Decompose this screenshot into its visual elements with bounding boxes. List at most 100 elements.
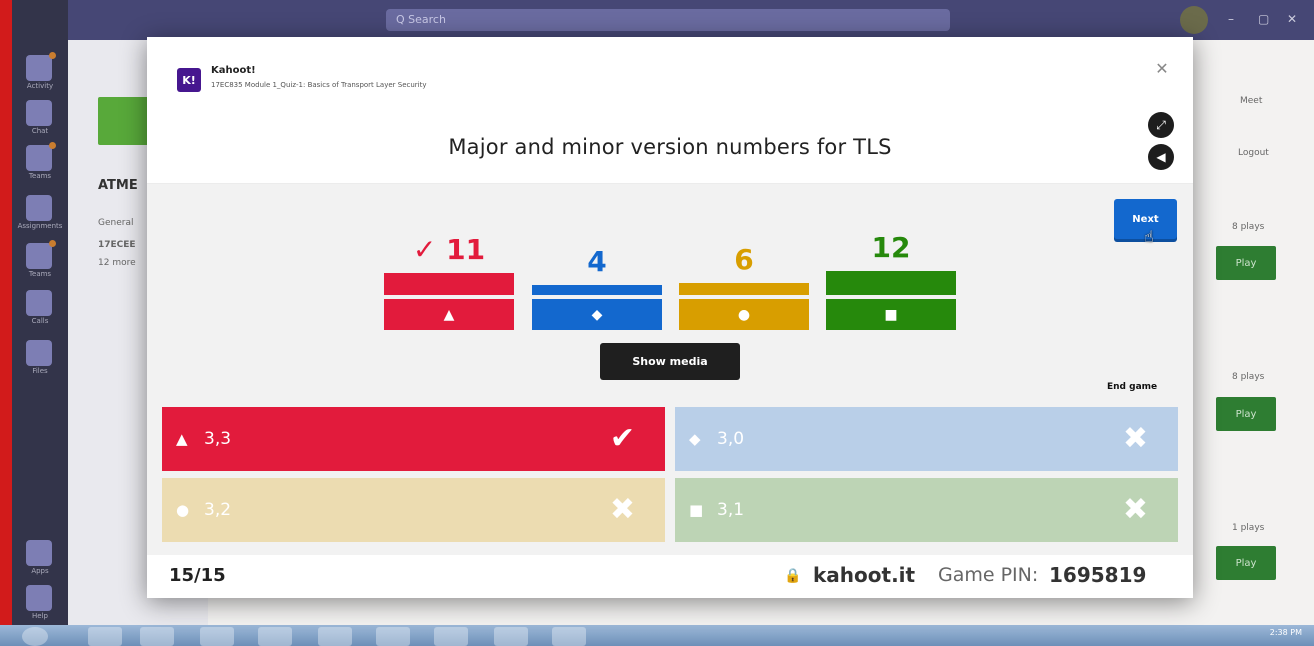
quiz-subtitle: 17EC835 Module 1_Quiz-1: Basics of Trans… bbox=[211, 81, 427, 89]
rail-label-apps: Apps bbox=[31, 567, 49, 575]
cross-icon: ✖ bbox=[1122, 421, 1148, 456]
kahoot-dialog: K! Kahoot! 17EC835 Module 1_Quiz-1: Basi… bbox=[147, 37, 1193, 598]
circle-icon: ● bbox=[176, 501, 190, 519]
check-icon: ✔ bbox=[609, 421, 635, 456]
result-bar-fill bbox=[826, 271, 956, 295]
square-icon: ■ bbox=[689, 501, 704, 519]
channel-general[interactable]: General bbox=[98, 218, 133, 228]
play-count: 8 plays bbox=[1232, 222, 1265, 232]
question-progress: 15/15 bbox=[169, 565, 226, 586]
rail-label-teams-active: Teams bbox=[28, 270, 52, 278]
channel-item[interactable]: 17ECEE bbox=[98, 240, 136, 250]
volume-icon[interactable]: ◀ bbox=[1148, 144, 1174, 170]
teams-search-input[interactable]: Q Search bbox=[386, 9, 950, 31]
answer-option: ◆ 3,0 ✖ bbox=[675, 407, 1178, 471]
square-icon: ■ bbox=[884, 306, 898, 323]
close-window-icon[interactable]: ✕ bbox=[1287, 12, 1297, 26]
answer-option: ▲ 3,3 ✔ bbox=[162, 407, 665, 471]
rail-label-calls: Calls bbox=[31, 317, 49, 325]
rail-label-files: Files bbox=[32, 367, 48, 375]
powerpoint-icon[interactable] bbox=[434, 627, 468, 646]
teams-icon[interactable] bbox=[26, 142, 56, 171]
play-button[interactable]: Play bbox=[1216, 546, 1276, 580]
avatar[interactable] bbox=[1180, 6, 1208, 34]
activity-icon[interactable] bbox=[26, 52, 56, 81]
close-icon[interactable]: ✕ bbox=[1152, 59, 1172, 79]
result-count: ✓ 11 bbox=[412, 233, 486, 266]
rail-label-activity: Activity bbox=[26, 82, 54, 90]
answer-option: ■ 3,1 ✖ bbox=[675, 478, 1178, 542]
team-title: ATME bbox=[98, 178, 138, 193]
meet-button[interactable]: Meet bbox=[1240, 96, 1262, 106]
media-icon[interactable] bbox=[200, 627, 234, 646]
chat-icon[interactable] bbox=[26, 100, 52, 126]
result-bar-fill bbox=[384, 273, 514, 295]
minimize-icon[interactable]: – bbox=[1228, 12, 1234, 26]
files-icon[interactable] bbox=[26, 340, 52, 366]
rail-label-teams: Teams bbox=[28, 172, 52, 180]
cross-icon: ✖ bbox=[1122, 492, 1148, 527]
site-name: kahoot.it bbox=[813, 563, 916, 587]
maximize-icon[interactable]: ▢ bbox=[1258, 12, 1269, 26]
rail-label-assignments: Assignments bbox=[17, 222, 63, 230]
result-bar-base: ◆ bbox=[532, 299, 662, 330]
answer-option: ● 3,2 ✖ bbox=[162, 478, 665, 542]
lock-icon: 🔒 bbox=[784, 568, 802, 584]
cross-icon: ✖ bbox=[609, 492, 635, 527]
kahoot-logo: K! bbox=[177, 68, 201, 92]
fullscreen-icon[interactable]: ⤢ bbox=[1148, 112, 1174, 138]
teams-active-icon[interactable] bbox=[26, 240, 56, 269]
taskbar-clock: 2:38 PM bbox=[1269, 628, 1302, 637]
kahoot-header: K! Kahoot! 17EC835 Module 1_Quiz-1: Basi… bbox=[147, 37, 1193, 184]
screen-recording-border bbox=[0, 0, 12, 646]
answer-text: 3,2 bbox=[204, 500, 232, 520]
rail-label-help: Help bbox=[32, 612, 48, 620]
circle-icon: ● bbox=[737, 306, 751, 323]
teams-taskbar-icon[interactable] bbox=[376, 627, 410, 646]
calls-icon[interactable] bbox=[26, 290, 52, 316]
channel-more[interactable]: 12 more bbox=[98, 258, 136, 268]
end-game-button[interactable]: End game bbox=[1107, 382, 1157, 392]
play-button[interactable]: Play bbox=[1216, 246, 1276, 280]
answer-text: 3,3 bbox=[204, 429, 232, 449]
paint-icon[interactable] bbox=[552, 627, 586, 646]
result-count: 6 bbox=[734, 243, 754, 276]
diamond-icon: ◆ bbox=[689, 430, 701, 448]
question-title: Major and minor version numbers for TLS bbox=[448, 135, 892, 159]
show-media-button[interactable]: Show media bbox=[600, 343, 740, 380]
kahoot-footer: 15/15 🔒 kahoot.it Game PIN: 1695819 bbox=[147, 555, 1193, 598]
assignments-icon[interactable] bbox=[26, 195, 52, 221]
answer-text: 3,1 bbox=[717, 500, 745, 520]
apps-icon[interactable] bbox=[26, 540, 52, 566]
result-bar-base: ■ bbox=[826, 299, 956, 330]
game-pin-label: Game PIN: bbox=[938, 564, 1039, 586]
result-bar-base: ● bbox=[679, 299, 809, 330]
hand-cursor-icon: ☝ bbox=[1144, 227, 1154, 246]
triangle-icon: ▲ bbox=[176, 430, 188, 448]
start-button-icon[interactable] bbox=[22, 627, 48, 646]
diamond-icon: ◆ bbox=[591, 306, 603, 323]
play-count: 8 plays bbox=[1232, 372, 1265, 382]
windows-taskbar: 2:38 PM bbox=[0, 625, 1314, 646]
result-count: 4 bbox=[587, 245, 607, 278]
result-bar-fill bbox=[679, 283, 809, 295]
chrome-icon[interactable] bbox=[318, 627, 352, 646]
result-bar-base: ▲ bbox=[384, 299, 514, 330]
acrobat-icon[interactable] bbox=[494, 627, 528, 646]
rail-label-chat: Chat bbox=[31, 127, 49, 135]
result-count: 12 bbox=[871, 231, 911, 264]
teams-app-rail: Activity Chat Teams Assignments Teams Ca… bbox=[12, 0, 68, 625]
answer-text: 3,0 bbox=[717, 429, 745, 449]
firefox-icon[interactable] bbox=[258, 627, 292, 646]
logout-link[interactable]: Logout bbox=[1238, 148, 1269, 158]
ie-icon[interactable] bbox=[88, 627, 122, 646]
result-bar-fill bbox=[532, 285, 662, 295]
team-avatar-tile bbox=[98, 97, 154, 145]
explorer-icon[interactable] bbox=[140, 627, 174, 646]
help-icon[interactable] bbox=[26, 585, 52, 611]
game-pin: 1695819 bbox=[1049, 563, 1147, 587]
app-name: Kahoot! bbox=[211, 65, 256, 76]
play-button[interactable]: Play bbox=[1216, 397, 1276, 431]
triangle-icon: ▲ bbox=[443, 306, 455, 323]
play-count: 1 plays bbox=[1232, 523, 1265, 533]
